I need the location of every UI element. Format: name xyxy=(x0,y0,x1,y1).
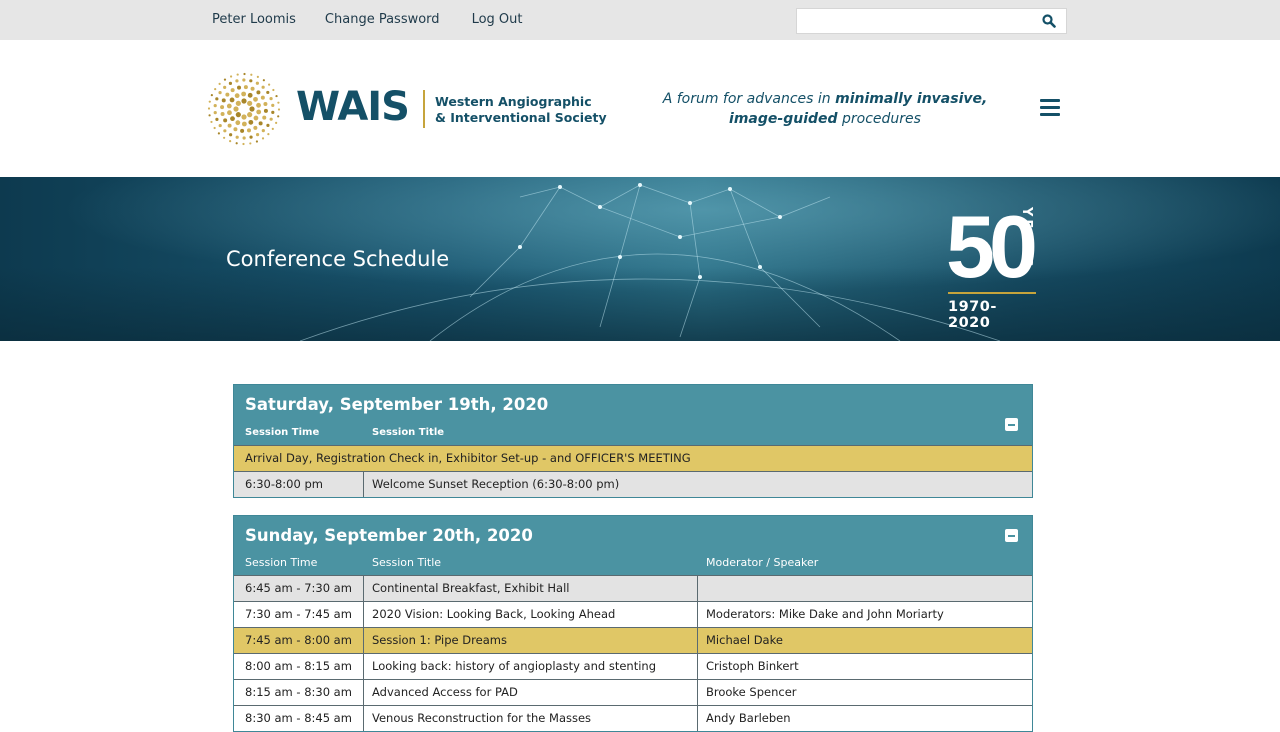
table-row: 6:30-8:00 pm Welcome Sunset Reception (6… xyxy=(234,471,1032,497)
collapse-toggle-icon[interactable] xyxy=(1005,529,1018,542)
session-title: Welcome Sunset Reception (6:30-8:00 pm) xyxy=(372,477,620,491)
table-row: 8:15 am - 8:30 am Advanced Access for PA… xyxy=(234,679,1032,705)
search-icon[interactable] xyxy=(1042,13,1058,29)
session-time: 6:45 am - 7:30 am xyxy=(234,576,364,601)
session-time: 7:30 am - 7:45 am xyxy=(234,602,364,627)
row-full-text: Arrival Day, Registration Check in, Exhi… xyxy=(245,451,691,465)
day-title: Sunday, September 20th, 2020 xyxy=(245,526,533,545)
page-title: Conference Schedule xyxy=(226,247,450,271)
anniversary-badge: 50 YEARS 1970-2020 xyxy=(946,197,1038,331)
anniversary-years-label: YEARS xyxy=(1019,207,1034,270)
session-speaker: Brooke Spencer xyxy=(706,685,797,699)
tagline-bold2: image-guided xyxy=(729,111,838,127)
top-utility-bar: Peter Loomis Change Password Log Out xyxy=(0,0,1280,40)
session-speaker: Cristoph Binkert xyxy=(706,659,799,673)
logo-society-name: Western Angiographic & Interventional So… xyxy=(435,94,607,126)
day-title: Saturday, September 19th, 2020 xyxy=(245,395,549,414)
session-time: 8:00 am - 8:15 am xyxy=(234,654,364,679)
page-banner: Conference Schedule 50 YEARS 1970-2020 xyxy=(0,177,1280,341)
table-row: 7:30 am - 7:45 am 2020 Vision: Looking B… xyxy=(234,601,1032,627)
log-out-link[interactable]: Log Out xyxy=(472,12,523,27)
network-background-graphic xyxy=(0,177,1280,341)
logo-wordmark[interactable]: WAIS xyxy=(296,84,410,130)
tagline-post: procedures xyxy=(837,111,921,127)
account-links: Peter Loomis Change Password Log Out xyxy=(212,12,522,27)
site-header xyxy=(0,40,1280,177)
session-speaker: Moderators: Mike Dake and John Moriarty xyxy=(706,607,944,621)
session-time: 7:45 am - 8:00 am xyxy=(234,628,364,653)
session-title: 2020 Vision: Looking Back, Looking Ahead xyxy=(364,602,698,627)
schedule-day-sunday: Sunday, September 20th, 2020 Session Tim… xyxy=(233,515,1033,732)
session-speaker: Michael Dake xyxy=(706,633,783,647)
session-title: Looking back: history of angioplasty and… xyxy=(364,654,698,679)
user-name-link[interactable]: Peter Loomis xyxy=(212,12,296,27)
session-time: 8:15 am - 8:30 am xyxy=(234,680,364,705)
search-input[interactable] xyxy=(797,9,1027,33)
schedule-day-saturday: Saturday, September 19th, 2020 Session T… xyxy=(233,384,1033,498)
col-header-speaker: Moderator / Speaker xyxy=(706,556,819,569)
search-box xyxy=(796,8,1067,34)
session-title: Venous Reconstruction for the Masses xyxy=(364,706,698,731)
tagline-pre: A forum for advances in xyxy=(662,91,836,107)
session-speaker xyxy=(698,576,706,601)
col-header-title: Session Title xyxy=(372,427,445,438)
collapse-toggle-icon[interactable] xyxy=(1005,418,1018,431)
wais-logo-icon[interactable] xyxy=(205,70,283,148)
table-row: 8:30 am - 8:45 am Venous Reconstruction … xyxy=(234,705,1032,731)
day-header: Sunday, September 20th, 2020 Session Tim… xyxy=(234,516,1032,575)
anniversary-range: 1970-2020 xyxy=(948,299,997,331)
col-header-time: Session Time xyxy=(245,556,318,569)
session-speaker: Andy Barleben xyxy=(706,711,791,725)
session-title: Advanced Access for PAD xyxy=(364,680,698,705)
session-title: Session 1: Pipe Dreams xyxy=(364,628,698,653)
table-row: 8:00 am - 8:15 am Looking back: history … xyxy=(234,653,1032,679)
session-time: 6:30-8:00 pm xyxy=(234,472,364,497)
table-row: 7:45 am - 8:00 am Session 1: Pipe Dreams… xyxy=(234,627,1032,653)
col-header-title: Session Title xyxy=(372,556,442,569)
badge-rule xyxy=(948,292,1036,294)
tagline-bold1: minimally invasive, xyxy=(835,91,988,107)
change-password-link[interactable]: Change Password xyxy=(325,12,440,27)
table-row: Arrival Day, Registration Check in, Exhi… xyxy=(234,445,1032,471)
hamburger-menu-icon[interactable] xyxy=(1040,99,1060,117)
session-time: 8:30 am - 8:45 am xyxy=(234,706,364,731)
table-row: 6:45 am - 7:30 am Continental Breakfast,… xyxy=(234,575,1032,601)
session-title: Continental Breakfast, Exhibit Hall xyxy=(364,576,698,601)
logo-divider xyxy=(423,90,425,128)
logo-society-line2: & Interventional Society xyxy=(435,110,607,125)
day-header: Saturday, September 19th, 2020 Session T… xyxy=(234,385,1032,445)
col-header-time: Session Time xyxy=(245,427,320,438)
site-tagline: A forum for advances in minimally invasi… xyxy=(650,89,1000,129)
logo-society-line1: Western Angiographic xyxy=(435,94,592,109)
